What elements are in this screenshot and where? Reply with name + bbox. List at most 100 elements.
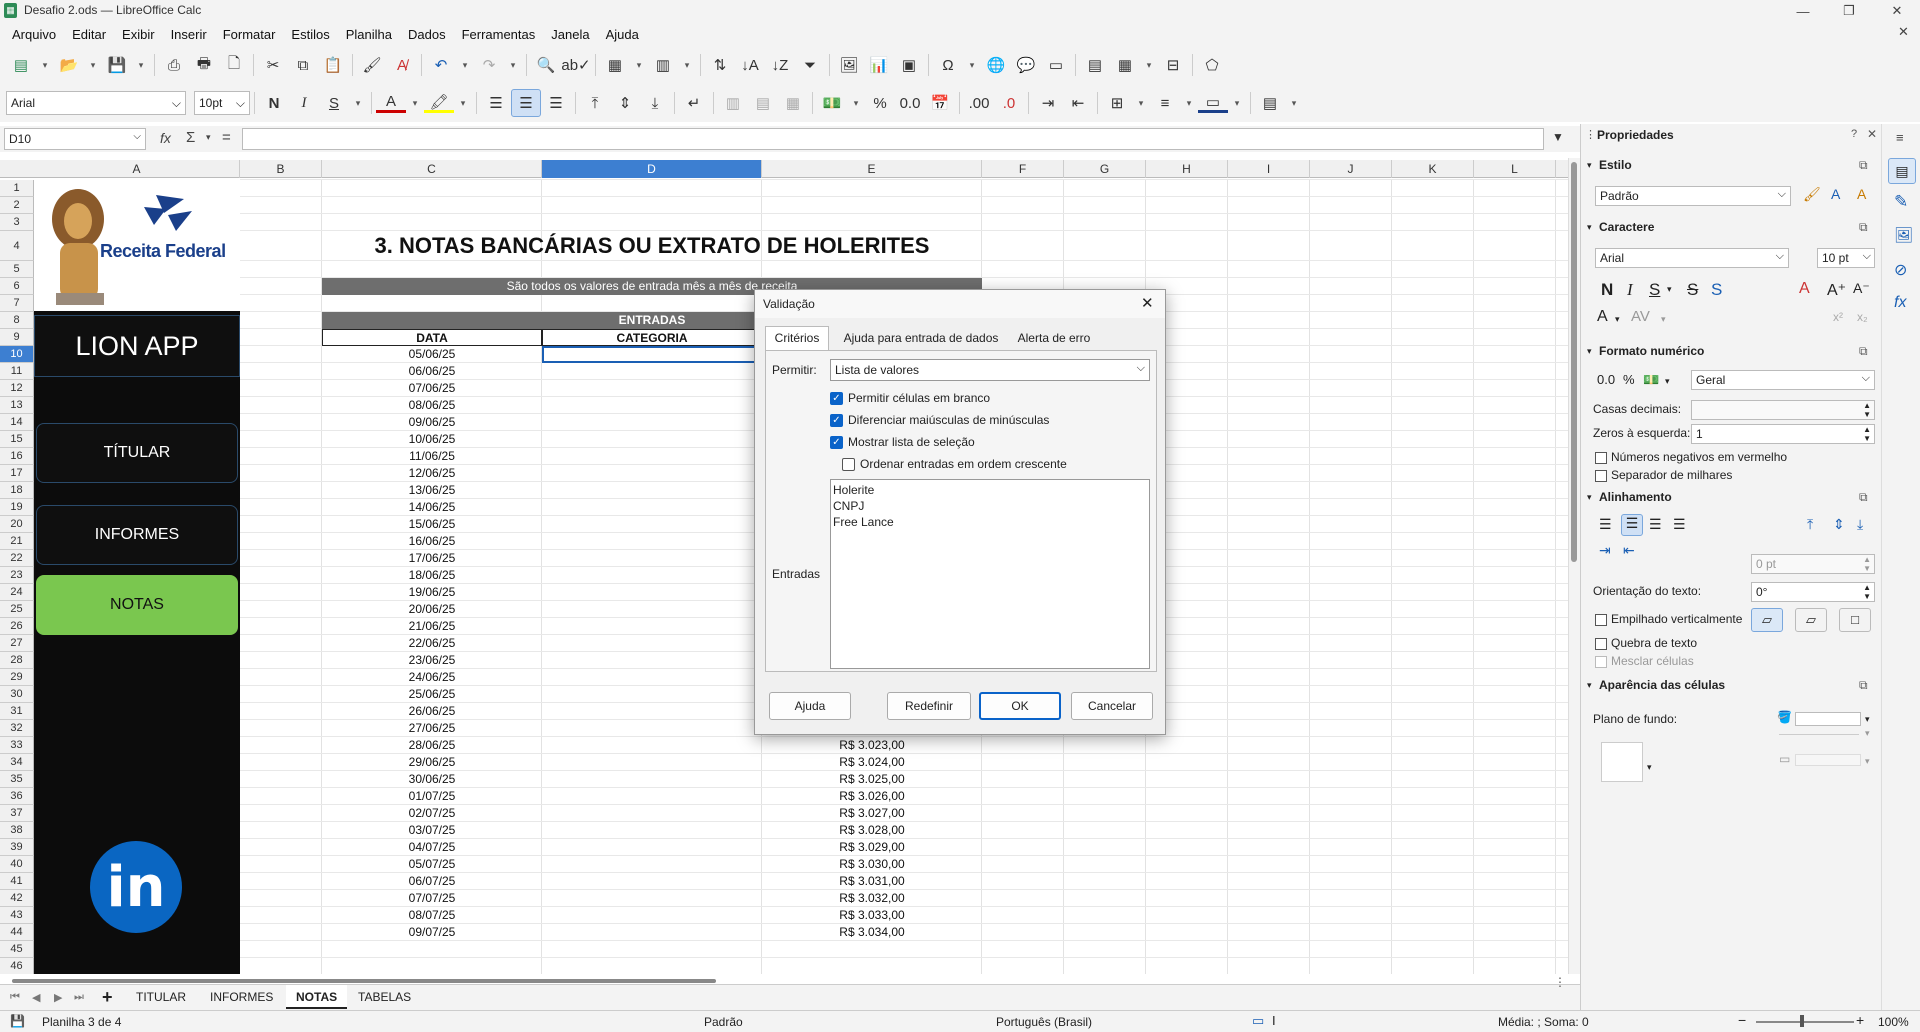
check-permitir-branco[interactable]: ✓ Permitir células em branco (830, 391, 990, 406)
row-header[interactable]: 36 (0, 788, 34, 805)
sum-dropdown-icon[interactable]: ▾ (206, 132, 211, 143)
new-style-icon[interactable]: A (1831, 186, 1840, 202)
italic-button[interactable]: I (289, 89, 319, 117)
clear-formatting-icon[interactable]: A̸ (387, 51, 417, 79)
horizontal-scroll-thumb[interactable] (12, 979, 716, 983)
tab-ajuda-entrada[interactable]: Ajuda para entrada de dados (835, 326, 1007, 350)
estilo-more-icon[interactable]: ⧉ (1859, 158, 1868, 173)
close-window-button[interactable]: ✕ (1874, 0, 1920, 22)
row-header[interactable]: 32 (0, 720, 34, 737)
expand-formula-icon[interactable]: ▼ (1552, 130, 1564, 144)
sidebar-strike-button[interactable]: S (1687, 280, 1698, 300)
selection-mode-icon[interactable]: ▭ (1252, 1013, 1264, 1029)
column-header-e[interactable]: E (762, 160, 982, 178)
caractere-more-icon[interactable]: ⧉ (1859, 220, 1868, 235)
cut-icon[interactable]: ✂ (258, 51, 288, 79)
new-document-icon[interactable]: ▤ (6, 51, 36, 79)
sheet-tab-titular[interactable]: TITULAR (136, 990, 186, 1004)
menu-ferramentas[interactable]: Ferramentas (454, 27, 544, 42)
row-header[interactable]: 44 (0, 924, 34, 941)
row-header[interactable]: 22 (0, 550, 34, 567)
save-dropdown-icon[interactable]: ▾ (132, 51, 150, 79)
wrap-text-icon[interactable]: ↵ (679, 89, 709, 117)
check-separador[interactable]: Separador de milhares (1595, 468, 1732, 482)
highlight-color-icon[interactable]: 🖍 (424, 93, 454, 113)
minimize-button[interactable]: — (1780, 0, 1826, 22)
sidebar-menu-icon[interactable]: ≡ (1896, 130, 1904, 145)
style-select[interactable]: Padrão ⌵ (1595, 186, 1791, 206)
border-color-icon[interactable]: ▭ (1198, 93, 1228, 113)
sidebar-shadow-button[interactable]: S (1711, 280, 1722, 300)
sidebar-size-select[interactable]: 10 pt ⌵ (1817, 248, 1875, 268)
undo-icon[interactable]: ↶ (426, 51, 456, 79)
align-left-icon[interactable]: ☰ (481, 89, 511, 117)
row-header[interactable]: 16 (0, 448, 34, 465)
check-quebra[interactable]: Quebra de texto (1595, 636, 1697, 650)
document-modified-icon[interactable]: 💾 (10, 1014, 25, 1028)
row-header[interactable]: 5 (0, 261, 34, 278)
align-middle-icon[interactable]: ⇕ (610, 89, 640, 117)
vertical-scroll-thumb[interactable] (1571, 162, 1577, 562)
reset-button[interactable]: Redefinir (887, 692, 971, 720)
borders-icon[interactable]: ⊞ (1102, 89, 1132, 117)
open-icon[interactable]: 📂 (54, 51, 84, 79)
row-header[interactable]: 10 (0, 346, 34, 363)
sort-icon[interactable]: ⇅ (705, 51, 735, 79)
column-header-j[interactable]: J (1310, 160, 1392, 178)
function-wizard-icon[interactable]: fx (160, 130, 171, 146)
sidebar-font-color-icon[interactable]: A (1597, 308, 1608, 326)
row-header[interactable]: 18 (0, 482, 34, 499)
check-ordenar[interactable]: Ordenar entradas em ordem crescente (842, 457, 1067, 472)
sidebar-grip-icon[interactable]: ⋮ (1585, 128, 1596, 141)
align-bottom-icon[interactable]: ⤓ (640, 89, 670, 117)
sidebar-number-icon[interactable]: 0.0 (1597, 372, 1615, 387)
functions-deck-icon[interactable]: fx (1894, 294, 1906, 312)
copy-icon[interactable]: ⧉ (288, 51, 318, 79)
row-header[interactable]: 14 (0, 414, 34, 431)
decrease-indent-icon[interactable]: ⇤ (1063, 89, 1093, 117)
column-header-d[interactable]: D (542, 160, 762, 178)
line-color-icon[interactable]: ▭ (1779, 752, 1790, 766)
menu-arquivo[interactable]: Arquivo (4, 27, 64, 42)
redo-dropdown-icon[interactable]: ▾ (504, 51, 522, 79)
print-preview-icon[interactable]: 🗋 (219, 51, 249, 79)
column-header-h[interactable]: H (1146, 160, 1228, 178)
check-negativos[interactable]: Números negativos em vermelho (1595, 450, 1787, 464)
sidebar-align-center-icon[interactable]: ☰ (1621, 514, 1643, 536)
sidebar-close-icon[interactable]: ✕ (1867, 127, 1877, 141)
zoom-level[interactable]: 100% (1878, 1015, 1909, 1029)
show-draw-functions-icon[interactable]: ⬠ (1197, 51, 1227, 79)
sheet-tab-informes[interactable]: INFORMES (210, 990, 273, 1004)
aparencia-collapse-icon[interactable]: ▾ (1587, 680, 1592, 691)
row-header[interactable]: 45 (0, 941, 34, 958)
special-char-dropdown-icon[interactable]: ▾ (963, 51, 981, 79)
row-header[interactable]: 40 (0, 856, 34, 873)
language[interactable]: Português (Brasil) (996, 1015, 1092, 1029)
row-header[interactable]: 6 (0, 278, 34, 295)
freeze-rows-icon[interactable]: ▦ (1110, 51, 1140, 79)
first-sheet-icon[interactable]: ⏮ (10, 991, 20, 1004)
find-replace-icon[interactable]: 🔍 (531, 51, 561, 79)
dialog-close-icon[interactable]: ✕ (1141, 294, 1154, 312)
tab-alerta-erro[interactable]: Alerta de erro (1009, 326, 1099, 350)
sidebar-font-select[interactable]: Arial ⌵ (1595, 248, 1789, 268)
font-size-dropdown-icon[interactable]: ⌵ (236, 96, 245, 111)
print-icon[interactable]: 🖶 (189, 51, 219, 79)
name-box-dropdown-icon[interactable]: ⌵ (133, 131, 141, 142)
new-dropdown-icon[interactable]: ▾ (36, 51, 54, 79)
row-header[interactable]: 27 (0, 635, 34, 652)
sidebar-size-dropdown-icon[interactable]: ⌵ (1863, 250, 1871, 263)
column-header-a[interactable]: A (34, 160, 240, 178)
increase-font-icon[interactable]: A⁺ (1827, 280, 1846, 300)
undo-dropdown-icon[interactable]: ▾ (456, 51, 474, 79)
save-icon[interactable]: 💾 (102, 51, 132, 79)
row-header[interactable]: 43 (0, 907, 34, 924)
prev-sheet-icon[interactable]: ◀ (32, 991, 40, 1004)
number-category-dropdown-icon[interactable]: ⌵ (1862, 372, 1870, 385)
row-header[interactable]: 29 (0, 669, 34, 686)
currency-format-icon[interactable]: 💵 (817, 89, 847, 117)
row-header[interactable]: 24 (0, 584, 34, 601)
row-header[interactable]: 9 (0, 329, 34, 346)
row-header[interactable]: 23 (0, 567, 34, 584)
border-style-icon[interactable]: ≡ (1150, 89, 1180, 117)
